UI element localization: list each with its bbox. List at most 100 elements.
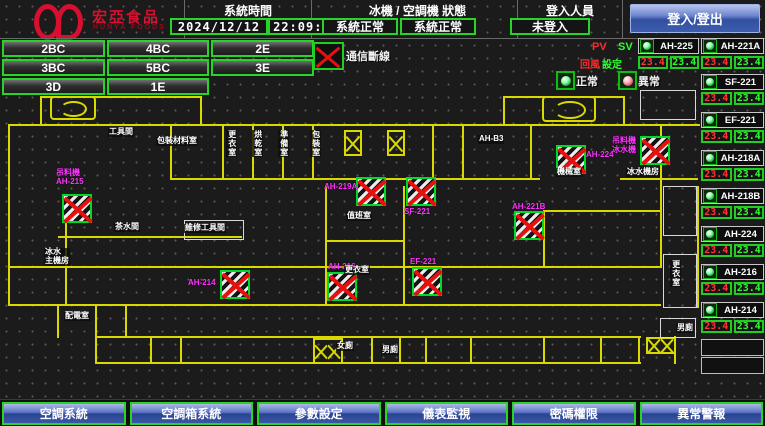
wall-segment	[470, 336, 472, 364]
ahu-comm-fail-icon[interactable]	[62, 194, 92, 223]
equipment-name: AH-218A	[718, 153, 763, 164]
comm-fail-label: 通信斷線	[346, 48, 390, 64]
equipment-group: SF-221 23.4 23.4	[701, 74, 764, 105]
nav-button[interactable]: 空調箱系統	[130, 402, 254, 425]
ahu-comm-fail-icon[interactable]	[327, 272, 357, 301]
room-label: 包裝室	[310, 130, 321, 157]
equipment-name: EF-221	[718, 115, 763, 126]
nav-button[interactable]: 空調系統	[2, 402, 126, 425]
wall-segment	[325, 240, 405, 242]
equipment-name: SF-221	[718, 77, 763, 88]
room-label: 更衣室	[344, 266, 370, 275]
sv-value: 23.4	[734, 130, 765, 143]
equipment-plate[interactable]: EF-221	[701, 112, 764, 128]
wall-segment	[222, 124, 224, 180]
equipment-plate[interactable]: AH-218B	[701, 188, 764, 204]
stairs-icon	[387, 130, 405, 156]
sv-value: 23.4	[734, 282, 765, 295]
equipment-group: AH-225 23.4 23.4	[638, 38, 699, 69]
pv-value: 23.4	[701, 206, 732, 219]
ahu-unit-label: AH-214	[188, 278, 216, 287]
floor-button[interactable]: 2E	[211, 40, 314, 57]
equipment-plate[interactable]: AH-214	[701, 302, 764, 318]
nav-button[interactable]: 密碼權限	[512, 402, 636, 425]
wall-segment	[697, 186, 699, 308]
elevator-icon	[50, 96, 96, 120]
room-label: 包裝材料室	[156, 137, 198, 146]
equipment-name: AH-225	[655, 41, 698, 52]
pv-value: 23.4	[701, 282, 732, 295]
status-lamp-icon	[703, 113, 717, 127]
floor-button[interactable]: 5BC	[107, 59, 210, 76]
wall-segment	[600, 336, 602, 364]
ahu-comm-fail-icon[interactable]	[220, 270, 250, 299]
ahu-unit-label: AH-224	[586, 150, 614, 159]
floor-button[interactable]: 3E	[211, 59, 314, 76]
room-label: 烘乾室	[252, 130, 263, 157]
ahu-unit-label: AH-219A	[324, 182, 357, 191]
status-lamp-icon	[640, 39, 654, 53]
floor-button[interactable]: 2BC	[2, 40, 105, 57]
ahu-comm-fail-icon[interactable]	[406, 177, 436, 206]
ahu-unit-label: EF-221	[410, 257, 436, 266]
equipment-plate[interactable]: AH-225	[638, 38, 699, 54]
header: 宏亞食品 HUNYA FOODS 系統時間 2024/12/12 22:09:5…	[0, 0, 765, 38]
chiller-status-value: 系統正常	[322, 18, 398, 35]
equipment-name: AH-214	[718, 305, 763, 316]
floor-button[interactable]: 3BC	[2, 59, 105, 76]
equipment-group: AH-216 23.4 23.4	[701, 264, 764, 295]
wall-segment	[180, 336, 182, 364]
equipment-plate[interactable]: AH-224	[701, 226, 764, 242]
sv-value: 23.4	[734, 168, 765, 181]
floor-button-grid: 2BC4BC2E3BC5BC3E3D1E	[2, 40, 314, 95]
ahu-comm-fail-icon[interactable]	[412, 267, 442, 296]
pv-value: 23.4	[701, 244, 732, 257]
wall-segment	[503, 96, 505, 126]
stairs-icon	[344, 130, 362, 156]
floor-button[interactable]: 4BC	[107, 40, 210, 57]
wall-segment	[543, 336, 545, 364]
room-label: 男廁	[381, 346, 399, 355]
sv-value: 23.4	[670, 56, 700, 69]
ahu-status-value: 系統正常	[400, 18, 476, 35]
equipment-plate[interactable]: AH-218A	[701, 150, 764, 166]
login-user-label: 登入人員	[520, 2, 620, 19]
divider	[622, 0, 623, 38]
equipment-group: AH-224 23.4 23.4	[701, 226, 764, 257]
sv-value: 23.4	[734, 244, 765, 257]
equipment-plate[interactable]: AH-216	[701, 264, 764, 280]
wall-segment	[95, 336, 641, 338]
empty-equipment-slot	[701, 357, 764, 374]
floor-plan-map: 吊料機 AH-215 AH-214 AH-219A SF-221 EF-221 …	[0, 90, 700, 402]
room-label: 茶水間	[114, 223, 140, 232]
nav-button[interactable]: 儀表監視	[385, 402, 509, 425]
room-label: 準備室	[278, 130, 289, 157]
room-outline	[663, 186, 697, 236]
sv-value: 23.4	[734, 320, 765, 333]
nav-button[interactable]: 參數設定	[257, 402, 381, 425]
normal-label: 正常	[576, 73, 598, 89]
wall-segment	[95, 304, 97, 364]
nav-button[interactable]: 異常警報	[640, 402, 764, 425]
ahu-comm-fail-icon[interactable]	[356, 177, 386, 206]
ahu-comm-fail-icon[interactable]	[640, 136, 670, 165]
pv-value: 23.4	[701, 92, 732, 105]
status-lamp-icon	[703, 189, 717, 203]
room-label: 冰水 主機房	[44, 248, 70, 266]
status-lamp-icon	[703, 265, 717, 279]
wall-segment	[543, 210, 660, 212]
equipment-plate[interactable]: SF-221	[701, 74, 764, 90]
room-label: 更衣室	[226, 130, 237, 157]
wall-segment	[8, 124, 10, 306]
wall-segment	[150, 336, 152, 364]
equipment-plate[interactable]: AH-221A	[701, 38, 764, 54]
login-logout-button[interactable]: 登入/登出	[630, 4, 760, 33]
wall-segment	[8, 304, 661, 306]
equipment-group: AH-221A 23.4 23.4	[701, 38, 764, 69]
system-date-value: 2024/12/12	[170, 18, 268, 35]
ahu-comm-fail-icon[interactable]	[514, 211, 544, 240]
wall-segment	[425, 336, 427, 364]
wall-segment	[125, 304, 127, 338]
ahu-unit-label: 吊料機 AH-215	[56, 168, 84, 186]
room-label: 男廁	[676, 324, 694, 333]
